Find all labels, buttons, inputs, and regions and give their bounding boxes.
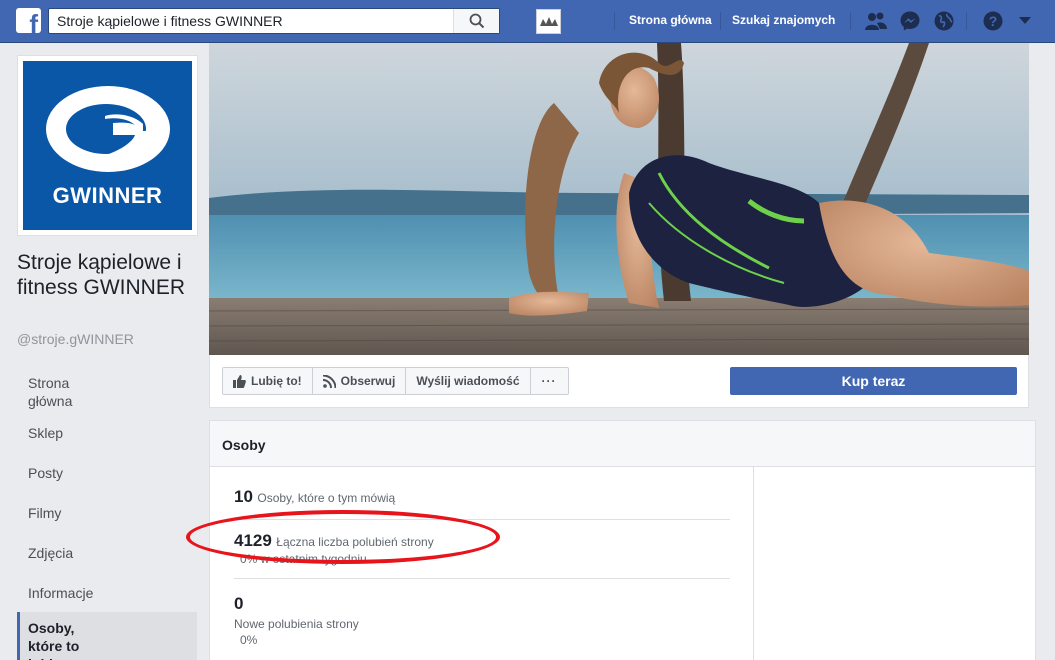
top-bar: f Strona główna Szukaj znajomych ? (0, 0, 1055, 43)
search-button[interactable] (453, 9, 499, 33)
left-nav-item-home[interactable]: Strona główna (17, 370, 107, 414)
nav-home-link[interactable]: Strona główna (629, 13, 712, 27)
new-likes-count: 0 (234, 594, 244, 613)
talking-about-stat: 10 Osoby, które o tym mówią (234, 487, 730, 507)
send-message-button[interactable]: Wyślij wiadomość (406, 368, 531, 394)
more-icon: ··· (541, 374, 557, 388)
nav-separator (720, 12, 721, 30)
profile-picture[interactable]: GWINNER (17, 55, 198, 236)
search-input[interactable] (49, 9, 453, 33)
facebook-logo-icon[interactable]: f (16, 8, 41, 33)
nav-find-friends-link[interactable]: Szukaj znajomych (732, 13, 835, 27)
page-title: Stroje kąpielowe i fitness GWINNER (17, 251, 186, 299)
like-button-label: Lubię to! (251, 374, 302, 388)
thumbs-up-icon (233, 374, 246, 388)
follow-button-label: Obserwuj (340, 374, 396, 388)
nav-separator (614, 12, 615, 30)
left-nav: Strona główna Sklep Posty Filmy Zdjęcia … (17, 370, 197, 660)
svg-text:?: ? (989, 13, 998, 29)
row-divider (234, 578, 730, 579)
left-nav-item-shop[interactable]: Sklep (17, 420, 197, 446)
left-nav-item-posts[interactable]: Posty (17, 460, 197, 486)
more-options-button[interactable]: ··· (531, 368, 568, 394)
new-likes-label: Nowe polubienia strony (234, 617, 359, 631)
page-handle[interactable]: @stroje.gWINNER (17, 331, 134, 347)
nav-separator (966, 12, 967, 30)
chevron-down-icon[interactable] (1013, 10, 1037, 32)
cover-image (209, 43, 1029, 355)
help-icon[interactable]: ? (981, 10, 1005, 32)
talking-about-label: Osoby, które o tym mówią (257, 491, 396, 505)
new-likes-stat: 0 Nowe polubienia strony 0% (234, 594, 730, 647)
people-panel: Osoby 10 Osoby, które o tym mówią 4129 Ł… (209, 420, 1036, 660)
total-likes-label: Łączna liczba polubień strony (276, 535, 434, 549)
action-button-group: Lubię to! Obserwuj Wyślij wiadomość ··· (222, 367, 569, 395)
like-button[interactable]: Lubię to! (223, 368, 313, 394)
total-likes-change: 0% w ostatnim tygodniu (240, 552, 367, 566)
gwinner-logo: GWINNER (23, 61, 192, 230)
send-message-label: Wyślij wiadomość (416, 374, 520, 388)
new-likes-change: 0% (240, 633, 258, 647)
friends-icon[interactable] (864, 10, 888, 32)
search-box (48, 8, 500, 34)
nav-separator (850, 12, 851, 30)
follow-button[interactable]: Obserwuj (313, 368, 407, 394)
left-nav-item-videos[interactable]: Filmy (17, 500, 197, 526)
rss-icon (322, 374, 336, 388)
buy-now-button[interactable]: Kup teraz (730, 367, 1017, 395)
panel-divider (753, 467, 754, 660)
cover-photo[interactable] (209, 43, 1029, 355)
talking-about-count: 10 (234, 487, 253, 506)
page-thumbnail[interactable] (536, 9, 561, 34)
row-divider (234, 519, 730, 520)
crown-icon (539, 16, 558, 26)
left-nav-item-about[interactable]: Informacje (17, 580, 197, 606)
total-likes-stat: 4129 Łączna liczba polubień strony 0% w … (234, 531, 730, 566)
left-nav-item-photos[interactable]: Zdjęcia (17, 540, 197, 566)
brand-name: GWINNER (52, 183, 163, 208)
total-likes-count: 4129 (234, 531, 272, 550)
left-nav-item-people[interactable]: Osoby, które to lubią (17, 612, 197, 660)
page-action-bar: Lubię to! Obserwuj Wyślij wiadomość ··· … (209, 355, 1029, 408)
gwinner-g-logo-icon (46, 86, 170, 172)
globe-icon[interactable] (932, 10, 956, 32)
messenger-icon[interactable] (898, 10, 922, 32)
search-icon (469, 13, 484, 29)
people-panel-title: Osoby (210, 421, 1035, 467)
